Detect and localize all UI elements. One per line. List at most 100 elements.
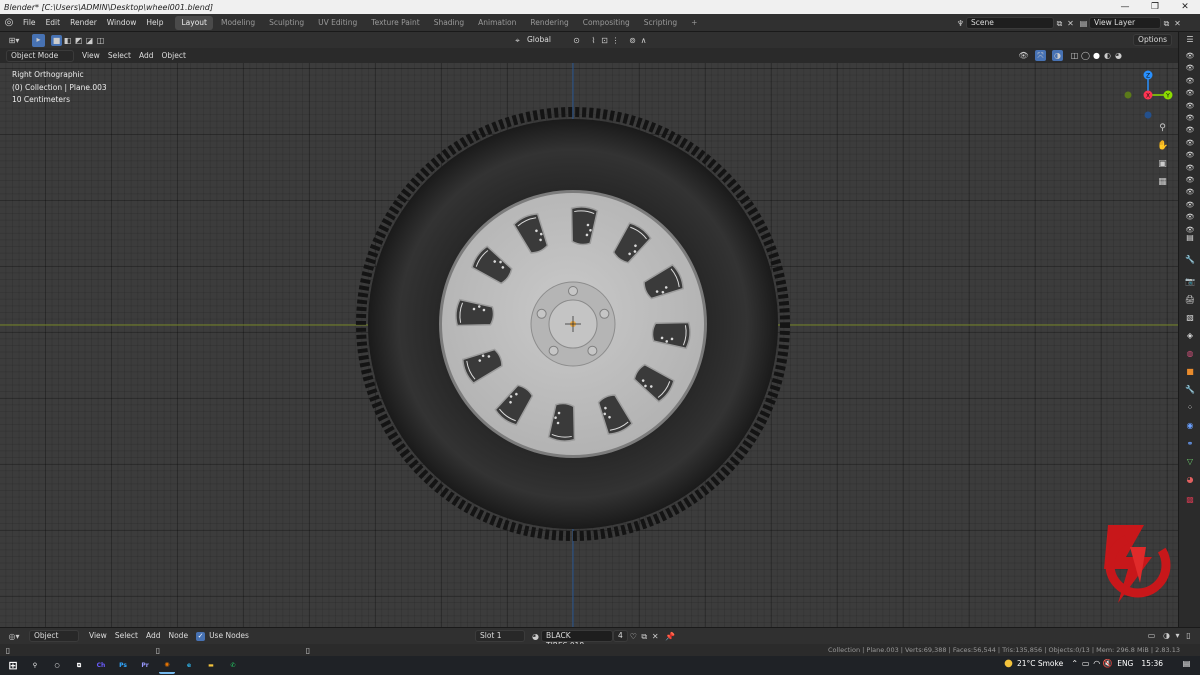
menu-select[interactable]: Select (111, 630, 142, 642)
options-button[interactable]: Options (1133, 34, 1172, 46)
tab-animation[interactable]: Animation (472, 16, 522, 30)
tab-modeling[interactable]: Modeling (215, 16, 261, 30)
sidebar-toggle-icon[interactable]: ▯ (1183, 630, 1194, 641)
viewport-scene[interactable] (0, 63, 1178, 627)
navigation-gizmo[interactable]: Z Y X (1120, 67, 1178, 123)
material-shading-icon[interactable]: ◐ (1102, 50, 1113, 61)
physics-properties-icon[interactable]: ◉ (1184, 420, 1196, 431)
wifi-icon[interactable]: ◠ (1091, 658, 1102, 669)
menu-add[interactable]: Add (142, 630, 165, 642)
visibility-eye-icon[interactable]: 👁 (1184, 200, 1196, 211)
clock[interactable]: 15:36 (1141, 659, 1163, 668)
edge-icon[interactable]: e (181, 658, 197, 674)
select-subtract-icon[interactable]: ◩ (73, 35, 84, 46)
copy-icon[interactable]: ⧉ (1161, 18, 1172, 29)
output-properties-icon[interactable]: 🖨 (1184, 294, 1196, 305)
task-view-icon[interactable]: ⧉ (71, 658, 87, 674)
tab-layout[interactable]: Layout (175, 15, 213, 30)
visibility-eye-icon[interactable]: 👁 (1184, 163, 1196, 174)
whatsapp-icon[interactable]: ✆ (225, 658, 241, 674)
select-intersect-icon[interactable]: ◫ (95, 35, 106, 46)
scene-field[interactable]: Scene (966, 17, 1054, 29)
view-layer-icon[interactable]: ▤ (1078, 18, 1089, 29)
add-workspace-button[interactable]: + (685, 16, 703, 30)
transform-orientation-dropdown[interactable]: Global (523, 34, 565, 46)
wireframe-shading-icon[interactable]: ◯ (1080, 50, 1091, 61)
view-layer-field[interactable]: View Layer (1089, 17, 1161, 29)
visibility-eye-icon[interactable]: 👁 (1184, 88, 1196, 99)
slot-dropdown[interactable]: Slot 1 (475, 630, 525, 642)
orientation-icon[interactable]: ⌖ (512, 35, 523, 46)
tab-sculpting[interactable]: Sculpting (263, 16, 310, 30)
constraint-properties-icon[interactable]: ⚭ (1184, 438, 1196, 449)
falloff-icon[interactable]: ∧ (638, 35, 649, 46)
network-icon[interactable]: ▭ (1080, 658, 1091, 669)
material-properties-icon[interactable]: ◕ (1184, 474, 1196, 485)
visibility-eye-icon[interactable]: 👁 (1184, 150, 1196, 161)
world-properties-icon[interactable]: ◍ (1184, 348, 1196, 359)
select-invert-icon[interactable]: ◪ (84, 35, 95, 46)
premiere-icon[interactable]: Pr (137, 658, 153, 674)
blender-logo-icon[interactable]: ◎ (0, 17, 18, 28)
visibility-eye-icon[interactable]: 👁 (1184, 125, 1196, 136)
notifications-icon[interactable]: ▤ (1181, 658, 1192, 669)
tab-rendering[interactable]: Rendering (524, 16, 574, 30)
weather-sun-icon[interactable]: ● (1003, 658, 1014, 669)
tool-properties-icon[interactable]: 🔧 (1184, 254, 1196, 265)
view-layer-properties-icon[interactable]: ▧ (1184, 312, 1196, 323)
gizmo-neg-z-axis[interactable] (1144, 111, 1152, 119)
zoom-icon[interactable]: ⚲ (1157, 123, 1168, 134)
menu-view[interactable]: View (85, 630, 111, 642)
rendered-shading-icon[interactable]: ◕ (1113, 50, 1124, 61)
overlay-icon[interactable]: ◑ (1161, 630, 1172, 641)
menu-node[interactable]: Node (164, 630, 192, 642)
backdrop-icon[interactable]: ▭ (1146, 630, 1157, 641)
proportional-edit-icon[interactable]: ⊚ (627, 35, 638, 46)
material-name-field[interactable]: BLACK TIRES.018 (541, 630, 613, 650)
visibility-eye-icon[interactable]: 👁 (1184, 51, 1196, 62)
xray-icon[interactable]: ◫ (1069, 50, 1080, 61)
menu-select[interactable]: Select (104, 50, 135, 62)
data-properties-icon[interactable]: ▽ (1184, 456, 1196, 467)
tab-texture-paint[interactable]: Texture Paint (365, 16, 425, 30)
fake-user-icon[interactable]: ♡ (628, 631, 639, 642)
gizmo-neg-y-axis[interactable] (1124, 91, 1132, 99)
editor-type-icon[interactable]: ⊞▾ (4, 35, 24, 46)
select-new-icon[interactable]: ■ (51, 34, 62, 46)
photoshop-icon[interactable]: Ps (115, 658, 131, 674)
unlink-material-icon[interactable]: ✕ (650, 631, 661, 642)
select-tool-icon[interactable]: ▸ (32, 33, 45, 47)
weather-text[interactable]: 21°C Smoke (1017, 659, 1063, 668)
menu-add[interactable]: Add (135, 50, 158, 62)
close-icon[interactable]: ✕ (1065, 18, 1076, 29)
visibility-eye-icon[interactable]: 👁 (1184, 113, 1196, 124)
select-extend-icon[interactable]: ◧ (62, 35, 73, 46)
close-button[interactable]: ✕ (1170, 0, 1200, 14)
cortana-icon[interactable]: ○ (49, 658, 65, 674)
volume-icon[interactable]: 🔇 (1102, 658, 1113, 669)
solid-shading-icon[interactable]: ● (1091, 50, 1102, 61)
file-explorer-icon[interactable]: ▬ (203, 658, 219, 674)
tab-uv-editing[interactable]: UV Editing (312, 16, 363, 30)
tab-scripting[interactable]: Scripting (638, 16, 683, 30)
visibility-eye-icon[interactable]: 👁 (1184, 63, 1196, 74)
gizmo-toggle-icon[interactable]: ⤧ (1035, 50, 1046, 61)
copy-icon[interactable]: ⧉ (1054, 18, 1065, 29)
character-animator-icon[interactable]: Ch (93, 658, 109, 674)
material-browse-icon[interactable]: ◕ (530, 631, 541, 642)
snap-target-icon[interactable]: ⊡ (599, 35, 610, 46)
language-indicator[interactable]: ENG (1117, 659, 1133, 668)
blender-icon[interactable]: ◉ (159, 658, 175, 674)
snap-icon[interactable]: ⌇ (588, 35, 599, 46)
scene-icon[interactable]: ♆ (955, 18, 966, 29)
wheel-model[interactable] (356, 107, 790, 541)
modifier-properties-icon[interactable]: 🔧 (1184, 384, 1196, 395)
visibility-eye-icon[interactable]: 👁 (1184, 101, 1196, 112)
grid-icon[interactable]: ▦ (1157, 177, 1168, 188)
menu-view[interactable]: View (78, 50, 104, 62)
menu-window[interactable]: Window (102, 14, 142, 32)
texture-properties-icon[interactable]: ▩ (1184, 494, 1196, 505)
mode-dropdown[interactable]: Object Mode (6, 49, 74, 62)
visibility-eye-icon[interactable]: 👁 (1184, 187, 1196, 198)
particle-properties-icon[interactable]: ⁘ (1184, 402, 1196, 413)
